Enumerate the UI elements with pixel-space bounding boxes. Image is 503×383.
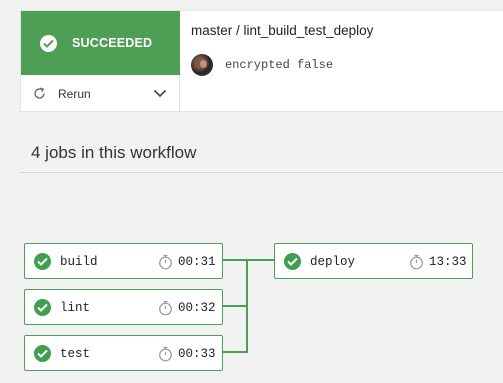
status-badge: SUCCEEDED bbox=[21, 11, 180, 75]
commit-message: encrypted false bbox=[225, 58, 334, 72]
stopwatch-icon bbox=[159, 346, 172, 362]
job-duration: 00:32 bbox=[178, 301, 216, 315]
pipeline-connector bbox=[222, 259, 274, 261]
job-lint[interactable]: lint 00:32 bbox=[24, 289, 223, 325]
job-duration: 00:31 bbox=[178, 255, 216, 269]
check-circle-icon bbox=[40, 35, 57, 52]
workflow-title[interactable]: master / lint_build_test_deploy bbox=[191, 23, 373, 38]
avatar bbox=[191, 54, 213, 76]
status-column: SUCCEEDED Rerun bbox=[21, 11, 180, 111]
jobs-heading: 4 jobs in this workflow bbox=[31, 143, 197, 162]
workflow-summary-card: SUCCEEDED Rerun master / lint_build_test… bbox=[20, 10, 503, 112]
stopwatch-icon bbox=[159, 254, 172, 270]
divider bbox=[20, 172, 503, 173]
status-label: SUCCEEDED bbox=[72, 36, 153, 50]
job-name: test bbox=[60, 347, 91, 361]
job-name: build bbox=[60, 255, 98, 269]
job-deploy[interactable]: deploy 13:33 bbox=[274, 243, 473, 279]
pipeline-connector bbox=[222, 351, 247, 353]
job-name: deploy bbox=[310, 255, 356, 269]
rerun-icon bbox=[34, 87, 45, 99]
job-test[interactable]: test 00:33 bbox=[24, 335, 223, 371]
job-name: lint bbox=[60, 301, 91, 315]
job-build[interactable]: build 00:31 bbox=[24, 243, 223, 279]
job-duration: 13:33 bbox=[429, 255, 467, 269]
check-circle-icon bbox=[34, 345, 51, 362]
check-circle-icon bbox=[34, 299, 51, 316]
job-duration: 00:33 bbox=[178, 347, 216, 361]
chevron-down-icon[interactable] bbox=[153, 89, 167, 98]
check-circle-icon bbox=[34, 253, 51, 270]
check-circle-icon bbox=[284, 253, 301, 270]
stopwatch-icon bbox=[159, 300, 172, 316]
workflow-info: master / lint_build_test_deploy encrypte… bbox=[181, 11, 503, 111]
rerun-label: Rerun bbox=[58, 87, 91, 101]
stopwatch-icon bbox=[410, 254, 423, 270]
pipeline-connector bbox=[222, 305, 247, 307]
rerun-button[interactable]: Rerun bbox=[21, 75, 180, 112]
